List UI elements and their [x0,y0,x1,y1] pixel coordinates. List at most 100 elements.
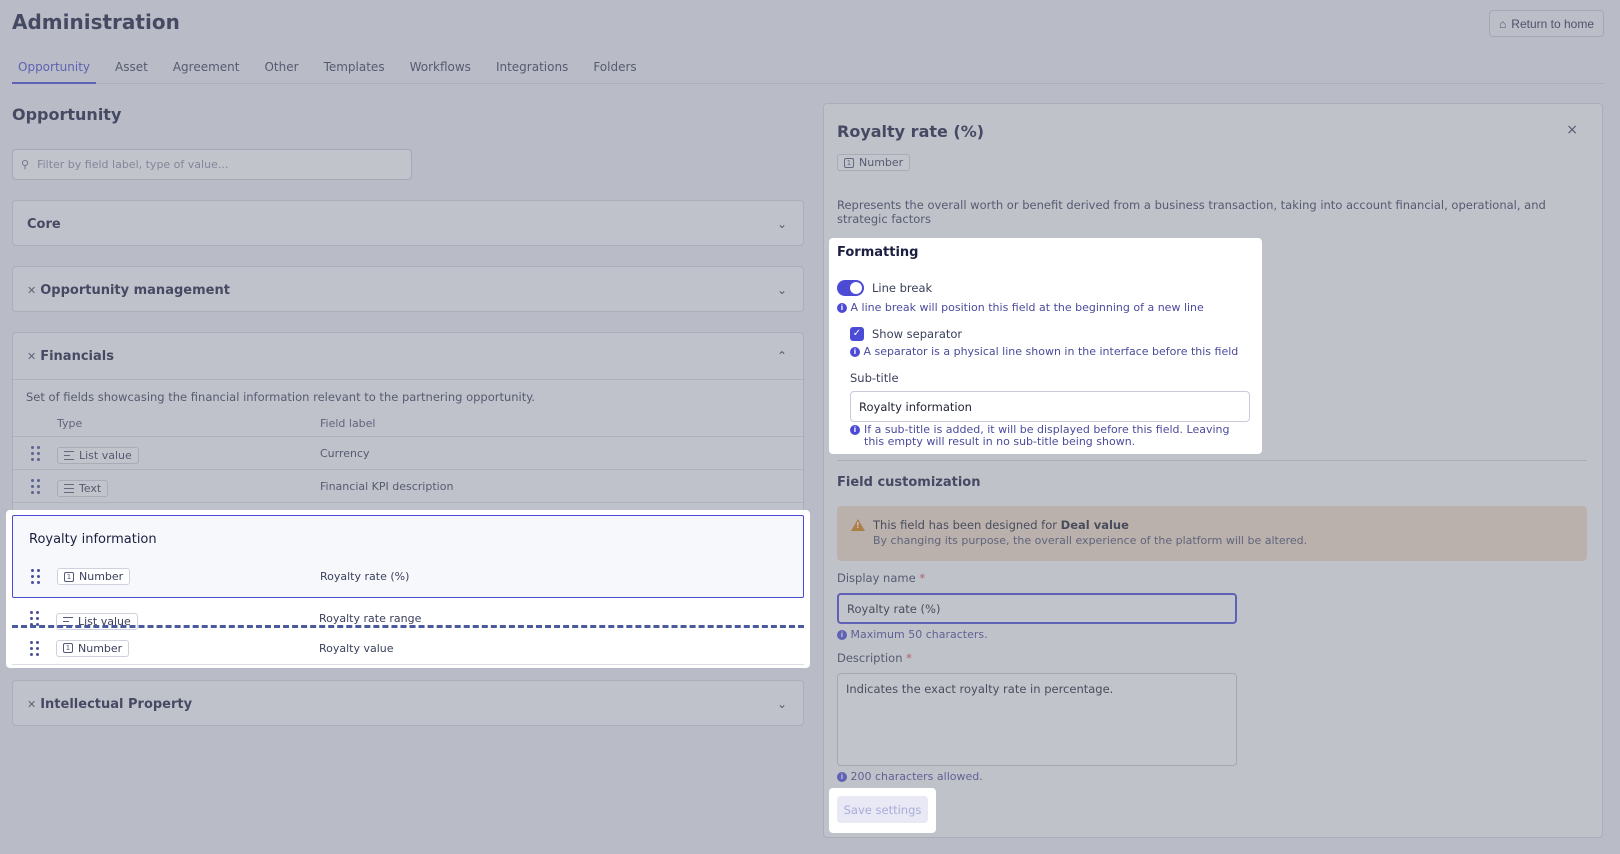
panel-description: Represents the overall worth or benefit … [837,198,1546,226]
info-icon: i [850,425,860,435]
info-icon: i [850,347,860,357]
text-icon [64,484,74,493]
display-name-label: Display name * [837,571,926,585]
type-pill: 1 Number [57,568,131,585]
formatting-heading: Formatting [837,245,919,260]
financials-description: Set of fields showcasing the financial i… [13,379,803,417]
panel-type-pill: 1 Number [837,154,911,171]
field-label: Royalty rate (%) [320,570,410,583]
card-title-opp-mgmt: Opportunity management [40,282,230,298]
subtitle-label: Sub-title [850,371,899,385]
drag-handle-icon[interactable] [13,478,57,494]
card-core[interactable]: Core ⌄ [12,200,804,246]
display-name-hint: i Maximum 50 characters. [837,628,988,641]
return-home-label: Return to home [1511,16,1594,31]
search-icon: ⚲ [21,158,30,171]
line-break-hint: i A line break will position this field … [837,301,1204,314]
description-label: Description * [837,651,912,665]
type-label: Text [79,482,102,495]
save-settings-button[interactable]: Save settings [837,796,928,823]
card-financials: ✕ Financials ⌃ Set of fields showcasing t… [12,332,804,512]
type-pill: 1 Number [56,639,130,657]
table-row: Text Financial KPI description [13,470,803,503]
card-intellectual-property[interactable]: ✕ Intellectual Property ⌄ [12,680,804,726]
table-row: List value Currency [13,437,803,470]
tab-templates[interactable]: Templates [318,57,391,84]
field-settings-panel: Royalty rate (%) × 1 Number Represents th… [823,103,1603,838]
search-box: ⚲ [12,149,412,180]
warning-banner: This field has been designed for Deal va… [837,506,1587,561]
subtitle-group-title: Royalty information [29,532,157,547]
warning-icon [851,519,865,531]
panel-title: Royalty rate (%) [837,122,985,141]
table-row[interactable]: List value Royalty rate range [12,602,804,635]
tab-agreement[interactable]: Agreement [167,57,246,84]
line-break-label: Line break [872,281,933,295]
subtitle-group: Royalty information 1 Number Royalty rate… [12,515,804,598]
tools-icon: ✕ [27,697,37,711]
chevron-down-icon[interactable]: ⌄ [775,697,789,711]
drag-handle-icon[interactable] [12,640,56,656]
show-separator-checkbox[interactable]: ✓ [850,327,864,341]
tools-icon: ✕ [27,349,37,363]
info-icon: i [837,303,847,313]
separator-hint: i A separator is a physical line shown i… [850,345,1238,358]
field-label: Financial KPI description [320,479,454,493]
table-row[interactable]: 1 Number Royalty rate (%) [13,560,803,593]
tab-asset[interactable]: Asset [109,57,154,84]
subtitle-input[interactable] [850,391,1250,422]
field-customization-heading: Field customization [837,475,981,490]
close-icon[interactable]: × [1566,122,1578,138]
chevron-up-icon[interactable]: ⌃ [775,349,789,363]
return-home-button[interactable]: ⌂ Return to home [1489,10,1604,37]
field-label: Royalty rate range [319,612,422,625]
tab-folders[interactable]: Folders [587,57,642,84]
tab-other[interactable]: Other [258,57,304,84]
chevron-down-icon[interactable]: ⌄ [775,217,789,231]
description-hint: i 200 characters allowed. [837,770,983,783]
list-icon [64,451,74,460]
col-type: Type [57,417,83,430]
drag-handle-icon[interactable] [13,569,57,584]
type-label: Number [859,156,904,169]
subtitle-hint: i If a sub-title is added, it will be dis… [850,424,1250,448]
type-label: Number [78,641,123,655]
info-icon: i [837,630,847,640]
chevron-down-icon[interactable]: ⌄ [775,283,789,297]
field-label: Currency [320,446,370,460]
type-pill: List value [57,447,139,464]
tab-opportunity[interactable]: Opportunity [12,57,97,84]
page-title: Administration [12,10,180,34]
separator-line [12,625,804,628]
card-title-ip: Intellectual Property [40,696,193,712]
field-label: Royalty value [319,641,394,655]
show-separator-label: Show separator [872,327,963,341]
tools-icon: ✕ [27,283,37,297]
line-break-toggle[interactable] [837,280,864,296]
info-icon: i [837,772,847,782]
type-label: List value [79,449,132,462]
col-field-label: Field label [320,417,376,430]
display-name-input[interactable] [837,593,1237,624]
drag-handle-icon[interactable] [12,611,56,626]
description-textarea[interactable]: Indicates the exact royalty rate in perc… [837,673,1237,766]
home-icon: ⌂ [1499,16,1507,31]
search-input[interactable] [37,158,378,171]
highlight-reorder-group: Royalty information 1 Number Royalty rate… [6,510,810,668]
tab-integrations[interactable]: Integrations [490,57,574,84]
card-title-core: Core [27,216,61,232]
type-pill: Text [57,480,109,497]
number-icon: 1 [844,157,854,168]
formatting-section: Formatting Line break i A line break wil… [829,238,1262,454]
number-icon: 1 [63,643,73,653]
save-area: Save settings [829,788,936,833]
divider [837,460,1587,461]
drag-handle-icon[interactable] [13,445,57,461]
section-title: Opportunity [12,105,122,124]
table-row[interactable]: 1 Number Royalty value [12,632,804,665]
tab-workflows[interactable]: Workflows [404,57,477,84]
card-opportunity-management[interactable]: ✕ Opportunity management ⌄ [12,266,804,312]
card-title-financials: Financials [40,348,114,364]
table-header: Type Field label [13,417,803,437]
tab-bar: Opportunity Asset Agreement Other Templa… [12,57,1604,84]
